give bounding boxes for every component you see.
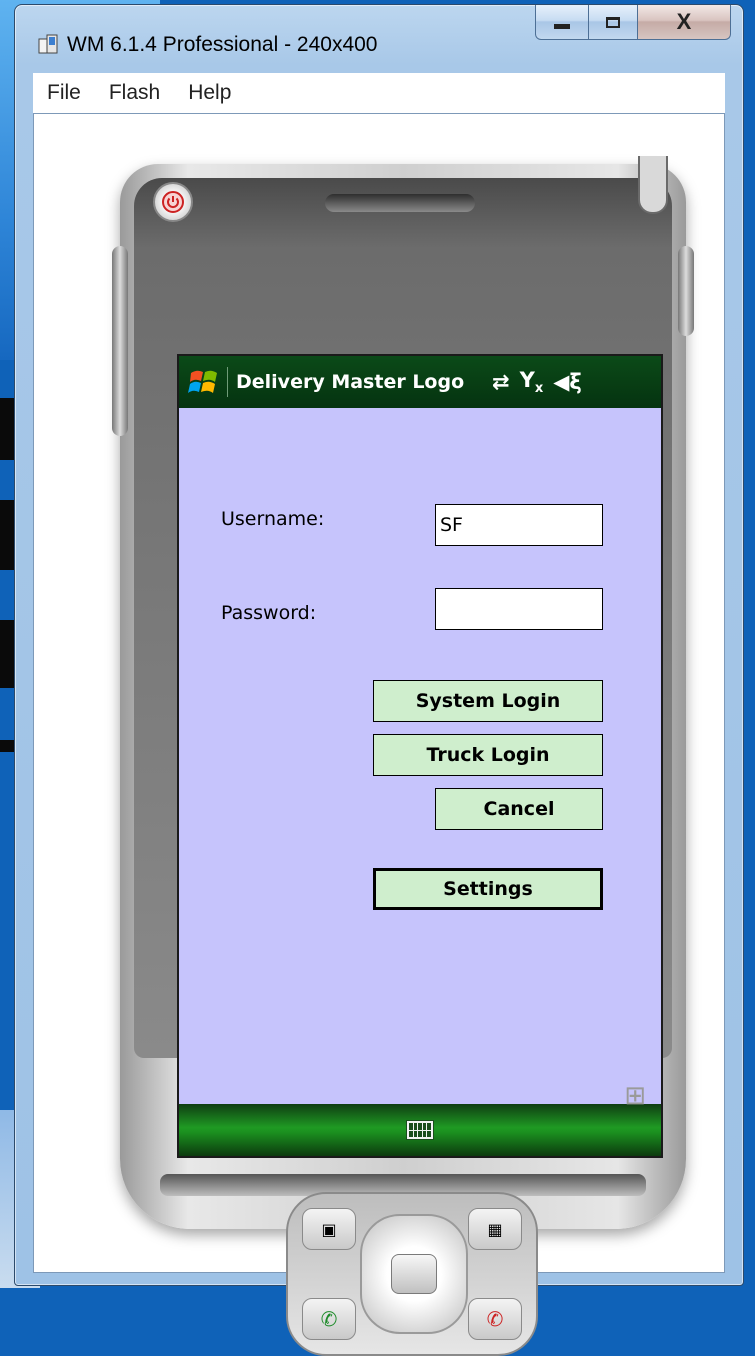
phone-red-icon: ✆ <box>486 1307 504 1331</box>
call-button[interactable]: ✆ <box>302 1298 356 1340</box>
signal-off-icon[interactable]: Yx <box>520 368 544 396</box>
connectivity-icon[interactable]: ⇄ <box>492 370 510 394</box>
emulator-app-icon <box>38 34 58 54</box>
right-softkey-button[interactable]: ▦ <box>468 1208 522 1250</box>
menu-help[interactable]: Help <box>174 81 245 105</box>
windows-start-icon[interactable] <box>187 365 221 399</box>
power-button[interactable] <box>153 182 193 222</box>
status-bar: Delivery Master Logo ⇄ Yx ◀ξ <box>179 356 661 408</box>
stylus-slot <box>638 156 668 214</box>
caption-buttons: X <box>535 5 731 40</box>
left-softkey-button[interactable]: ▣ <box>302 1208 356 1250</box>
minimize-button[interactable] <box>535 5 589 40</box>
calendar-grid-icon: ▦ <box>487 1219 503 1239</box>
device-screen: Delivery Master Logo ⇄ Yx ◀ξ Username: S… <box>177 354 663 1158</box>
maximize-button[interactable] <box>589 5 638 40</box>
softkey-bar <box>179 1104 661 1156</box>
end-call-button[interactable]: ✆ <box>468 1298 522 1340</box>
cancel-button[interactable]: Cancel <box>435 788 603 830</box>
settings-button[interactable]: Settings <box>373 868 603 910</box>
phone-green-icon: ✆ <box>320 1307 338 1331</box>
username-field[interactable]: SF <box>435 504 603 546</box>
close-button[interactable]: X <box>638 5 731 40</box>
speaker-grille <box>325 194 475 212</box>
close-icon: X <box>676 9 692 34</box>
truck-login-button[interactable]: Truck Login <box>373 734 603 776</box>
window-title: WM 6.1.4 Professional - 240x400 <box>67 33 378 56</box>
device-skin: Delivery Master Logo ⇄ Yx ◀ξ Username: S… <box>112 156 694 1356</box>
menu-bar: File Flash Help <box>33 73 725 114</box>
navigation-pad[interactable] <box>360 1214 468 1334</box>
contact-card-icon: ▣ <box>321 1219 337 1239</box>
app-title: Delivery Master Logo <box>236 371 465 393</box>
password-label: Password: <box>221 602 317 624</box>
keyboard-icon[interactable] <box>406 1120 434 1140</box>
emulator-client-area: Delivery Master Logo ⇄ Yx ◀ξ Username: S… <box>33 113 725 1356</box>
username-label: Username: <box>221 508 325 530</box>
system-login-button[interactable]: System Login <box>373 680 603 722</box>
menu-flash[interactable]: Flash <box>95 81 174 105</box>
desktop-text-fragment <box>0 500 14 570</box>
action-button[interactable] <box>391 1254 437 1294</box>
menu-file[interactable]: File <box>33 81 95 105</box>
maximize-icon <box>606 16 620 28</box>
password-field[interactable] <box>435 588 603 630</box>
emulator-window: WM 6.1.4 Professional - 240x400 X File F… <box>14 4 744 1356</box>
side-button-left[interactable] <box>112 246 128 436</box>
side-button-right[interactable] <box>678 246 694 336</box>
status-divider <box>227 367 228 397</box>
title-bar[interactable]: WM 6.1.4 Professional - 240x400 X <box>15 5 743 73</box>
hardware-key-cluster: ▣ ▦ ✆ ✆ <box>286 1192 538 1356</box>
minimize-icon <box>554 23 570 29</box>
windows-logo-icon: ⊞ <box>624 1081 646 1111</box>
power-icon <box>162 191 184 213</box>
speaker-icon[interactable]: ◀ξ <box>553 370 582 394</box>
